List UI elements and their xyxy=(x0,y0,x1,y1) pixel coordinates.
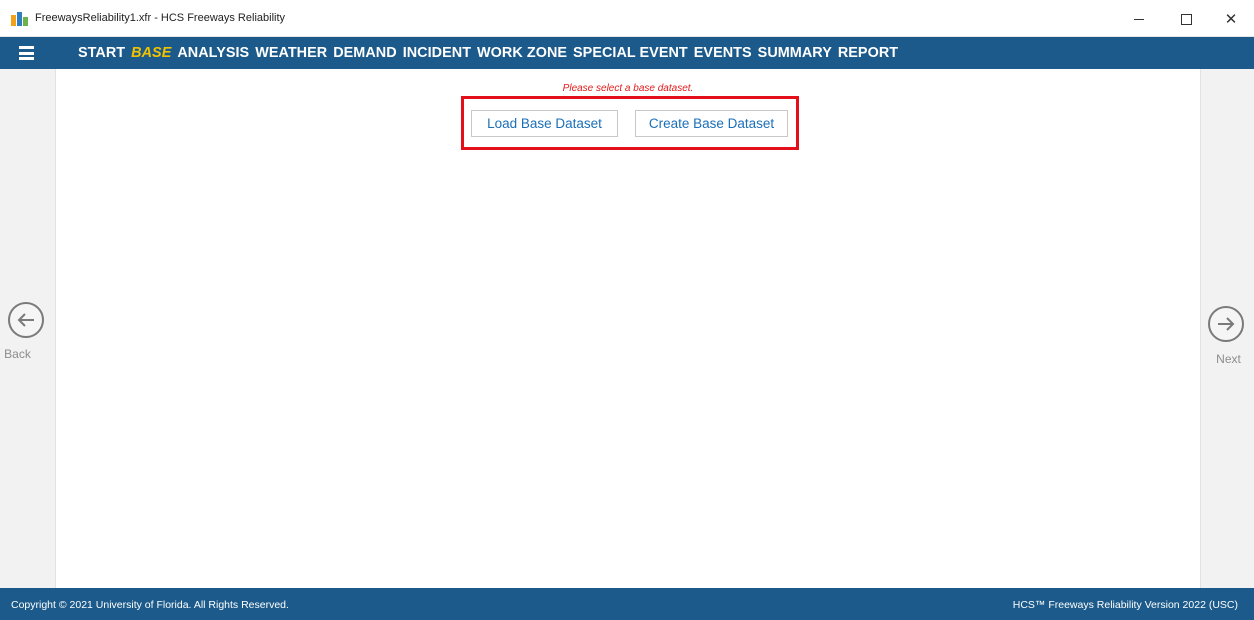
arrow-left-circle-icon xyxy=(17,313,34,327)
main-nav-bar: START BASE ANALYSIS WEATHER DEMAND INCID… xyxy=(0,37,1254,69)
nav-tab-demand[interactable]: DEMAND xyxy=(333,45,396,61)
close-icon: ✕ xyxy=(1224,9,1238,28)
footer: Copyright © 2021 University of Florida. … xyxy=(0,588,1254,620)
minimize-icon xyxy=(1134,18,1144,20)
dataset-hint: Please select a base dataset. xyxy=(562,83,694,94)
main-area: Please select a base dataset. Load Base … xyxy=(56,69,1200,588)
nav-tab-summary[interactable]: SUMMARY xyxy=(758,45,832,61)
nav-tab-start[interactable]: START xyxy=(78,45,125,61)
back-label: Back xyxy=(4,347,31,361)
window-titlebar: FreewaysReliability1.xfr - HCS Freeways … xyxy=(0,0,1254,37)
window-title: FreewaysReliability1.xfr - HCS Freeways … xyxy=(35,12,286,24)
arrow-right-circle-icon xyxy=(1218,317,1235,331)
version-text: HCS™ Freeways Reliability Version 2022 (… xyxy=(1012,599,1238,611)
content-frame: Back Please select a base dataset. Load … xyxy=(0,69,1254,588)
close-button[interactable]: ✕ xyxy=(1208,5,1254,33)
back-panel: Back xyxy=(0,69,56,588)
load-base-dataset-button[interactable]: Load Base Dataset xyxy=(471,110,618,137)
minimize-button[interactable] xyxy=(1116,5,1162,33)
maximize-icon xyxy=(1180,13,1192,25)
nav-tab-base[interactable]: BASE xyxy=(131,45,171,61)
nav-tabs: START BASE ANALYSIS WEATHER DEMAND INCID… xyxy=(78,37,898,69)
nav-tab-analysis[interactable]: ANALYSIS xyxy=(177,45,249,61)
next-button[interactable] xyxy=(1208,306,1244,342)
app-icon xyxy=(11,12,28,26)
nav-tab-report[interactable]: REPORT xyxy=(838,45,898,61)
hamburger-menu-icon[interactable] xyxy=(19,46,34,60)
nav-tab-weather[interactable]: WEATHER xyxy=(255,45,327,61)
nav-tab-work-zone[interactable]: WORK ZONE xyxy=(477,45,567,61)
maximize-button[interactable] xyxy=(1163,5,1209,33)
nav-tab-events[interactable]: EVENTS xyxy=(694,45,752,61)
copyright-text: Copyright © 2021 University of Florida. … xyxy=(11,599,289,611)
create-base-dataset-button[interactable]: Create Base Dataset xyxy=(635,110,788,137)
next-panel: Next xyxy=(1200,69,1254,588)
nav-tab-special-event[interactable]: SPECIAL EVENT xyxy=(573,45,688,61)
back-button[interactable] xyxy=(8,302,44,338)
nav-tab-incident[interactable]: INCIDENT xyxy=(403,45,471,61)
next-label: Next xyxy=(1216,352,1241,366)
